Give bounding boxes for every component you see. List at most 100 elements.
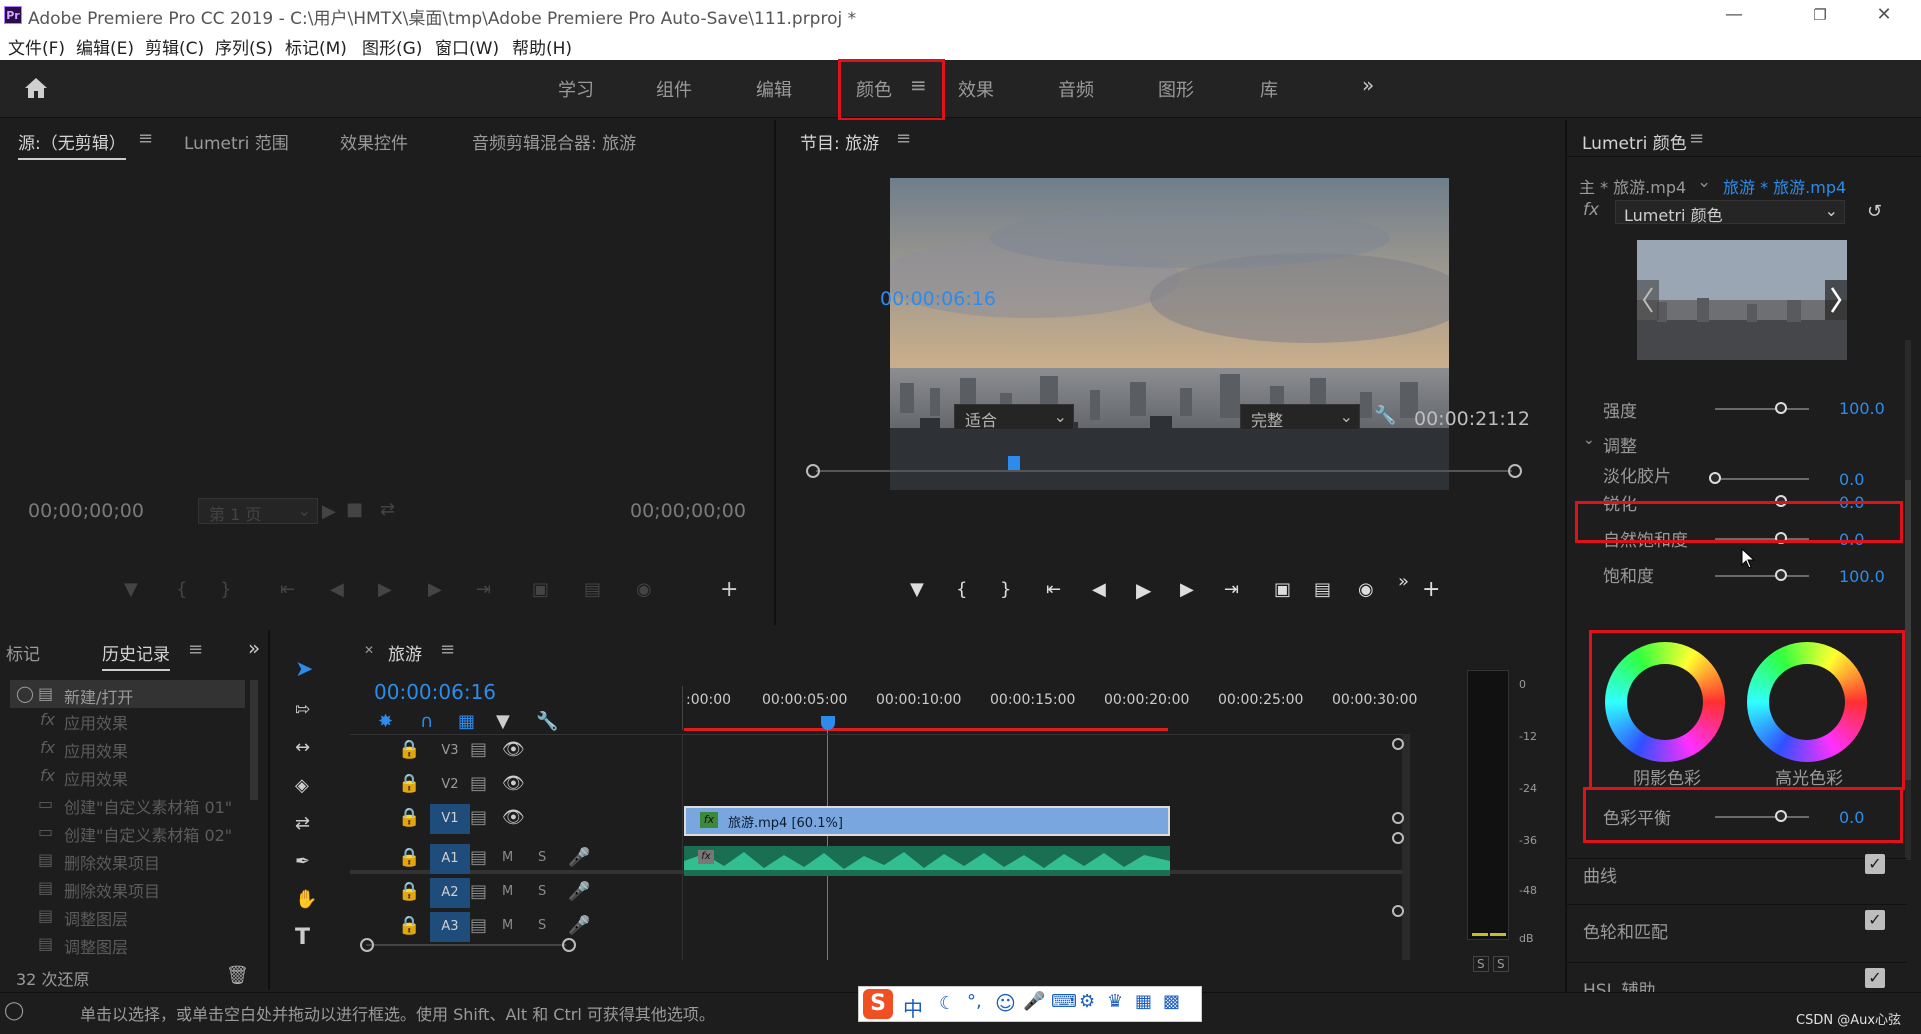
lock-icon[interactable]: 🔒 [398, 848, 420, 868]
timeline-vscroll[interactable] [1402, 734, 1410, 960]
history-menu-icon[interactable]: ≡ [188, 639, 203, 660]
menu-edit[interactable]: 编辑(E) [76, 34, 134, 59]
timeline-settings-icon[interactable]: 🔧 [536, 712, 558, 732]
program-timecode[interactable]: 00:00:06:16 [880, 288, 996, 310]
tab-markers[interactable]: 标记 [6, 640, 40, 665]
workspace-graphics[interactable]: 图形 [1158, 76, 1194, 102]
track-label[interactable]: A1 [430, 844, 470, 874]
timeline-zoom-bar[interactable] [366, 944, 566, 946]
lock-icon[interactable]: 🔒 [398, 740, 420, 760]
sync-lock-icon[interactable]: ▤ [470, 808, 487, 828]
source-tab-menu-icon[interactable]: ≡ [138, 128, 153, 149]
workspace-editing[interactable]: 编辑 [756, 76, 792, 102]
go-to-in-icon[interactable]: ⇤ [280, 580, 295, 600]
zoom-handle-left[interactable] [806, 464, 820, 478]
selection-tool-icon[interactable]: ➤ [295, 659, 313, 681]
button-editor-icon[interactable]: + [1422, 579, 1440, 601]
mute-button[interactable]: M [502, 916, 513, 936]
ripple-edit-tool-icon[interactable]: ↔ [295, 738, 310, 758]
program-title[interactable]: 节目: 旅游 [800, 129, 879, 154]
tab-lumetri-scopes[interactable]: Lumetri 范围 [184, 129, 289, 154]
tab-audio-clip-mixer[interactable]: 音频剪辑混合器: 旅游 [472, 129, 636, 154]
saturation-slider-track[interactable] [1715, 575, 1809, 577]
sequence-menu-icon[interactable]: ≡ [440, 639, 455, 660]
overwrite-icon[interactable]: ▤ [584, 580, 601, 600]
wrench-icon[interactable]: 🔧 [1374, 406, 1396, 426]
timeline-playhead-head[interactable] [821, 716, 835, 730]
workspace-assembly[interactable]: 组件 [656, 76, 692, 102]
more-controls-icon[interactable]: » [1398, 572, 1409, 592]
intensity-slider-track[interactable] [1715, 408, 1809, 410]
maximize-button[interactable]: ❐ [1800, 3, 1840, 27]
menu-graphics[interactable]: 图形(G) [362, 34, 422, 59]
meter-solo-right[interactable]: S [1493, 956, 1509, 972]
effect-select[interactable]: Lumetri 颜色 ⌄ [1615, 200, 1845, 225]
sync-lock-icon[interactable]: ▤ [470, 882, 487, 902]
menu-file[interactable]: 文件(F) [8, 34, 65, 59]
workspace-libraries[interactable]: 库 [1260, 76, 1278, 102]
microphone-icon[interactable]: 🎤 [1023, 991, 1045, 1012]
program-scrub-bar[interactable] [806, 456, 1522, 482]
nest-icon[interactable]: ✸ [378, 712, 393, 732]
sync-lock-icon[interactable]: ▤ [470, 916, 487, 936]
curves-checkbox[interactable]: ✓ [1865, 854, 1885, 874]
eye-icon[interactable]: 👁 [502, 808, 525, 828]
fit-select[interactable]: 适合 ⌄ [954, 404, 1074, 430]
mark-in-icon[interactable]: { [176, 580, 187, 600]
track-label[interactable]: A2 [430, 878, 470, 908]
insert-icon[interactable]: ▣ [532, 580, 549, 600]
menu-window[interactable]: 窗口(W) [435, 34, 499, 59]
time-ruler[interactable]: :00:00 00:00:05:00 00:00:10:00 00:00:15:… [686, 692, 1417, 716]
close-button[interactable]: ✕ [1864, 3, 1904, 27]
play-icon[interactable]: ▶ [378, 580, 392, 600]
page-select[interactable]: 第 1 页 ⌄ [198, 498, 318, 524]
reset-icon[interactable]: ↺ [1867, 202, 1882, 222]
eye-icon[interactable]: 👁 [502, 740, 525, 760]
crop-icon[interactable]: ▦ [1135, 991, 1152, 1012]
master-clip-label[interactable]: 主 * 旅游.mp4 [1579, 174, 1686, 198]
skin-icon[interactable]: ♛ [1107, 991, 1123, 1012]
mark-in-icon[interactable]: { [956, 580, 967, 600]
eye-icon[interactable]: 👁 [502, 774, 525, 794]
home-icon[interactable] [22, 76, 50, 102]
playback-resolution-select[interactable]: 完整 ⌄ [1240, 404, 1360, 430]
faded-film-slider-track[interactable] [1715, 478, 1809, 480]
audio-clip[interactable]: fx [684, 846, 1170, 876]
sync-lock-icon[interactable]: ▤ [470, 848, 487, 868]
microphone-icon[interactable]: 🎤 [568, 848, 590, 868]
lumetri-title[interactable]: Lumetri 颜色 [1582, 129, 1687, 154]
mark-out-icon[interactable]: } [220, 580, 231, 600]
menu-marker[interactable]: 标记(M) [285, 34, 347, 59]
snap-icon[interactable]: ∩ [420, 712, 433, 732]
mute-button[interactable]: M [502, 882, 513, 902]
workspace-audio[interactable]: 音频 [1058, 76, 1094, 102]
saturation-value[interactable]: 100.0 [1839, 567, 1885, 586]
program-menu-icon[interactable]: ≡ [896, 128, 911, 149]
lock-icon[interactable]: 🔒 [398, 882, 420, 902]
export-frame-icon[interactable]: ◉ [1358, 580, 1374, 600]
lock-icon[interactable]: 🔒 [398, 774, 420, 794]
lock-icon[interactable]: 🔒 [398, 916, 420, 936]
lift-icon[interactable]: ▣ [1274, 580, 1291, 600]
history-item[interactable]: ▤ 调整图层 [10, 930, 245, 958]
lock-icon[interactable]: 🔒 [398, 808, 420, 828]
trash-icon[interactable]: 🗑 [226, 966, 249, 986]
type-tool-icon[interactable]: T [295, 927, 310, 949]
meter-solo-left[interactable]: S [1473, 956, 1489, 972]
solo-button[interactable]: S [538, 916, 546, 936]
program-video-frame[interactable] [890, 178, 1449, 490]
stop-icon[interactable]: ■ [346, 500, 363, 520]
video-clip[interactable]: fx 旅游.mp4 [60.1%] [684, 806, 1170, 836]
zoom-fit-icon[interactable]: ⇄ [380, 500, 395, 520]
chevron-down-icon[interactable]: ⌄ [1697, 172, 1711, 192]
more-panels-icon[interactable]: » [248, 636, 260, 660]
saturation-slider-knob[interactable] [1775, 569, 1787, 581]
workspace-effects[interactable]: 效果 [958, 76, 994, 102]
color-wheels-section[interactable]: 色轮和匹配 [1583, 918, 1668, 943]
scrollbar-thumb[interactable] [1905, 480, 1911, 780]
program-playhead[interactable] [1008, 456, 1020, 470]
track-label[interactable]: V2 [430, 770, 470, 800]
tab-effect-controls[interactable]: 效果控件 [340, 129, 408, 154]
look-preview[interactable] [1637, 240, 1847, 360]
menu-clip[interactable]: 剪辑(C) [145, 34, 204, 59]
